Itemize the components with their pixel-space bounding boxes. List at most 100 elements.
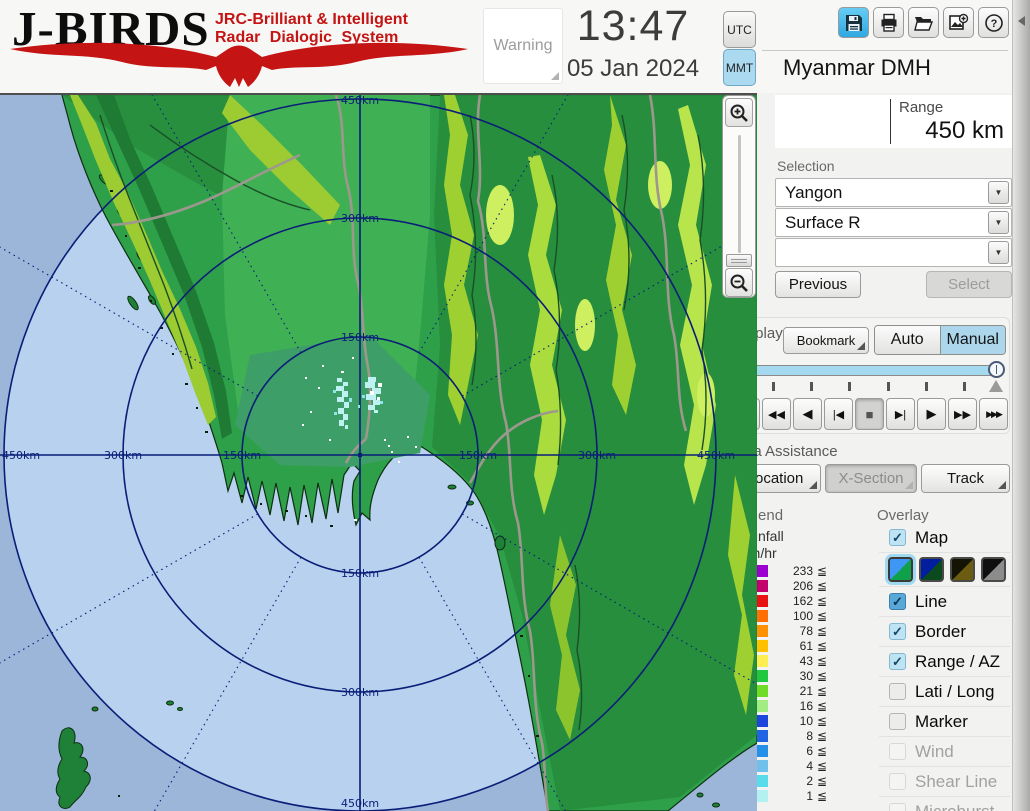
checkbox-checked[interactable]: ✓ xyxy=(889,653,906,670)
eagle-logo-icon xyxy=(8,40,470,90)
save-button[interactable] xyxy=(838,7,869,38)
checkbox-checked[interactable]: ✓ xyxy=(889,623,906,640)
legend-leq-symbol: ≦ xyxy=(817,639,827,653)
svg-text:450km: 450km xyxy=(2,449,40,462)
map-style-selector xyxy=(879,553,1010,587)
station-title: Myanmar DMH xyxy=(783,55,931,81)
checkbox-unchecked[interactable] xyxy=(889,683,906,700)
overlay-item-marker[interactable]: Marker xyxy=(879,707,1010,737)
fast-rewind-button[interactable]: ◀◀ xyxy=(762,398,791,430)
track-label: Track xyxy=(947,470,984,487)
legend-leq-symbol: ≦ xyxy=(817,684,827,698)
previous-label: Previous xyxy=(789,276,847,293)
select-button[interactable]: Select xyxy=(926,271,1012,298)
auto-button[interactable]: Auto xyxy=(875,326,940,354)
overlay-item-line[interactable]: ✓ Line xyxy=(879,587,1010,617)
open-folder-button[interactable] xyxy=(908,7,939,38)
bookmark-button[interactable]: Bookmark xyxy=(783,327,869,354)
play-forward-button[interactable]: ▶ xyxy=(917,398,946,430)
overlay-item-border[interactable]: ✓ Border xyxy=(879,617,1010,647)
overlay-item-label: Microburst xyxy=(915,802,994,811)
slider-tick xyxy=(887,382,890,391)
checkbox-unchecked[interactable] xyxy=(889,713,906,730)
bookmark-label: Bookmark xyxy=(797,333,856,348)
overlay-item-range-az[interactable]: ✓Range / AZ xyxy=(879,647,1010,677)
play-reverse-button[interactable]: ◀ xyxy=(793,398,822,430)
print-button[interactable] xyxy=(873,7,904,38)
utc-label: UTC xyxy=(727,23,752,37)
map-style-2[interactable] xyxy=(919,557,944,582)
step-back-button[interactable]: |◀ xyxy=(824,398,853,430)
replay-slider-handle[interactable] xyxy=(988,361,1005,378)
fast-forward-button[interactable]: ▶▶ xyxy=(948,398,977,430)
clock-time: 13:47 xyxy=(545,0,721,52)
skip-to-end-button[interactable]: ▶▶▶ xyxy=(979,398,1008,430)
help-button[interactable]: ? xyxy=(978,7,1009,38)
legend-leq-symbol: ≦ xyxy=(817,669,827,683)
svg-text:300km: 300km xyxy=(104,449,142,462)
overlay-item-label: Wind xyxy=(915,742,954,762)
legend-value: 43 xyxy=(771,654,813,668)
zoom-slider-track[interactable] xyxy=(738,135,741,253)
clock-display: 13:47 05 Jan 2024 xyxy=(545,0,721,86)
legend-value: 100 xyxy=(771,609,813,623)
legend-leq-symbol: ≦ xyxy=(817,594,827,608)
overlay-item-label: Line xyxy=(915,592,947,612)
range-value: 450 km xyxy=(925,117,1004,145)
panel-collapse-strip[interactable] xyxy=(1012,0,1030,811)
previous-button[interactable]: Previous xyxy=(775,271,861,298)
option-dropdown-arrow-icon[interactable]: ▼ xyxy=(988,241,1009,264)
stop-button[interactable]: ■ xyxy=(855,398,884,430)
legend-value: 16 xyxy=(771,699,813,713)
site-dropdown-arrow-icon[interactable]: ▼ xyxy=(988,181,1009,204)
map-style-1[interactable] xyxy=(888,557,913,582)
slider-tick xyxy=(810,382,813,391)
svg-text:300km: 300km xyxy=(341,686,379,699)
manual-button[interactable]: Manual xyxy=(940,326,1006,354)
xsection-button[interactable]: X-Section xyxy=(825,464,917,493)
svg-text:150km: 150km xyxy=(341,331,379,344)
overlay-item-label: Shear Line xyxy=(915,772,997,792)
print-icon xyxy=(879,13,899,33)
overlay-item-map[interactable]: ✓Map xyxy=(879,523,1010,553)
add-image-icon xyxy=(948,13,969,33)
map-style-4[interactable] xyxy=(981,557,1006,582)
svg-text:150km: 150km xyxy=(341,567,379,580)
legend-value: 162 xyxy=(771,594,813,608)
product-dropdown[interactable]: Surface R ▼ xyxy=(775,208,1012,237)
product-dropdown-arrow-icon[interactable]: ▼ xyxy=(988,211,1009,234)
product-dropdown-value: Surface R xyxy=(785,213,861,233)
radar-map[interactable]: 150km150km150km150km300km300km300km300km… xyxy=(0,95,757,811)
select-label: Select xyxy=(948,276,990,293)
legend-value: 78 xyxy=(771,624,813,638)
svg-text:?: ? xyxy=(990,18,997,30)
legend-value: 206 xyxy=(771,579,813,593)
zoom-out-button[interactable] xyxy=(725,268,753,297)
overlay-list: ✓Map✓Line✓Border✓Range / AZLati / LongMa… xyxy=(879,523,1010,811)
zoom-in-button[interactable] xyxy=(725,98,753,127)
legend-value: 6 xyxy=(771,744,813,758)
transport-controls: ◀◀◀◀◀◀|◀■▶|▶▶▶▶▶▶ xyxy=(731,398,1008,430)
checkbox-checked[interactable]: ✓ xyxy=(889,593,906,610)
checkbox-unchecked xyxy=(889,773,906,790)
track-button[interactable]: Track xyxy=(921,464,1010,493)
option-dropdown[interactable]: ▼ xyxy=(775,238,1012,267)
map-style-3[interactable] xyxy=(950,557,975,582)
overlay-item-lati-long[interactable]: Lati / Long xyxy=(879,677,1010,707)
replay-timeline-slider[interactable] xyxy=(741,365,999,376)
legend-leq-symbol: ≦ xyxy=(817,714,827,728)
legend-value: 4 xyxy=(771,759,813,773)
svg-text:150km: 150km xyxy=(459,449,497,462)
add-image-button[interactable] xyxy=(943,7,974,38)
overlay-item-label: Border xyxy=(915,622,966,642)
step-forward-button[interactable]: ▶| xyxy=(886,398,915,430)
site-dropdown[interactable]: Yangon ▼ xyxy=(775,178,1012,207)
mmt-toggle-button[interactable]: MMT xyxy=(723,49,756,86)
utc-toggle-button[interactable]: UTC xyxy=(723,11,756,48)
radar-map-area[interactable]: 150km150km150km150km300km300km300km300km… xyxy=(0,95,757,811)
checkbox-checked[interactable]: ✓ xyxy=(889,529,906,546)
legend-value: 1 xyxy=(771,789,813,803)
overlay-item-label: Marker xyxy=(915,712,968,732)
selection-label: Selection xyxy=(777,158,835,174)
zoom-slider-handle[interactable] xyxy=(726,254,752,267)
